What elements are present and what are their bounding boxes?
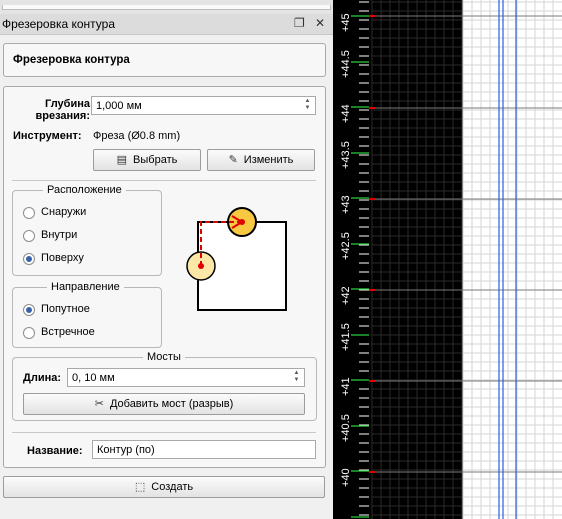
placement-title: Расположение [43,184,126,196]
ruler-label: +43 [340,195,352,214]
float-icon[interactable]: ❐ [294,16,305,30]
tool-value: Фреза (Ø0.8 mm) [93,130,181,142]
placement-inside-radio[interactable] [23,230,35,242]
direction-title: Направление [47,281,124,293]
ruler-label: +41 [340,377,352,396]
grid-area [463,0,562,519]
ruler-label: +45 [340,13,352,32]
name-value: Контур (по) [97,444,155,456]
bridge-length-input[interactable]: 0, 10 мм ▲ ▼ [67,368,305,387]
settings-box: Глубина врезания: 1,000 мм ▲ ▼ Инструмент… [3,86,326,468]
depth-input[interactable]: 1,000 мм ▲ ▼ [91,96,316,115]
panel-titlebar: Фрезеровка контура ❐ ✕ [0,14,333,35]
panel-title: Фрезеровка контура [2,17,116,31]
edit-tool-label: Изменить [243,154,294,166]
direction-conventional-radio[interactable] [23,327,35,339]
section-header: Фрезеровка контура [3,43,326,77]
ruler-label: +40.5 [340,414,352,442]
direction-conventional-label: Встречное [41,326,95,338]
bridges-title: Мосты [143,351,185,363]
bridge-length-spinner[interactable]: ▲ ▼ [290,370,303,385]
depth-value: 1,000 мм [96,100,142,112]
bridge-length-value: 0, 10 мм [72,372,115,384]
placement-outside-radio[interactable] [23,207,35,219]
ruler-label: +42.5 [340,232,352,260]
tool-label: Инструмент: [13,130,82,142]
canvas-svg[interactable]: +45 +44.5 +44 +43.5 +43 +42.5 +42 +41.5 +41 +40.5… [333,0,562,519]
bridge-length-label: Длина: [23,372,62,384]
contour-panel: Фрезеровка контура ❐ ✕ Фрезеровка контур… [0,0,333,519]
preview-end-dot [239,219,245,225]
name-input[interactable]: Контур (по) [92,440,316,459]
ruler-label: +41.5 [340,323,352,351]
name-label: Название: [27,445,83,457]
section-title: Фрезеровка контура [13,54,130,66]
placement-preview [186,207,287,311]
add-bridge-label: Добавить мост (разрыв) [109,398,234,410]
pencil-icon: ✎ [228,154,238,166]
list-icon: ▤ [116,154,128,166]
placement-group: Расположение Снаружи Внутри Поверху [12,184,162,276]
divider [12,180,316,181]
edit-tool-button[interactable]: ✎ Изменить [207,149,315,171]
direction-climb-radio[interactable] [23,304,35,316]
depth-label: Глубина врезания: [35,98,90,122]
placement-on-radio[interactable] [23,253,35,265]
create-icon: ⬚ [134,481,146,493]
add-bridge-button[interactable]: ✂ Добавить мост (разрыв) [23,393,305,415]
placement-on-label: Поверху [41,252,84,264]
ruler-label: +44 [340,104,352,123]
placement-inside-label: Внутри [41,229,78,241]
create-button[interactable]: ⬚ Создать [3,476,325,498]
scissors-icon: ✂ [94,398,104,410]
depth-spinner[interactable]: ▲ ▼ [301,98,314,113]
placement-outside-label: Снаружи [41,206,87,218]
select-tool-button[interactable]: ▤ Выбрать [93,149,201,171]
drawing-canvas[interactable]: +45 +44.5 +44 +43.5 +43 +42.5 +42 +41.5 +41 +40.5… [333,0,562,519]
ruler-label: +44.5 [340,50,352,78]
create-label: Создать [151,481,194,493]
bridges-group: Мосты Длина: 0, 10 мм ▲ ▼ ✂ Добавить мост … [12,351,317,421]
ruler-label: +43.5 [340,141,352,169]
divider [12,432,316,433]
ruler-label: +42 [340,286,352,305]
ruler-label: +40 [340,468,352,487]
close-icon[interactable]: ✕ [315,16,325,30]
direction-climb-label: Попутное [41,303,90,315]
select-tool-label: Выбрать [133,154,178,166]
preview-start-dot [198,263,204,269]
direction-group: Направление Попутное Встречное [12,281,162,348]
top-strip [0,0,333,14]
